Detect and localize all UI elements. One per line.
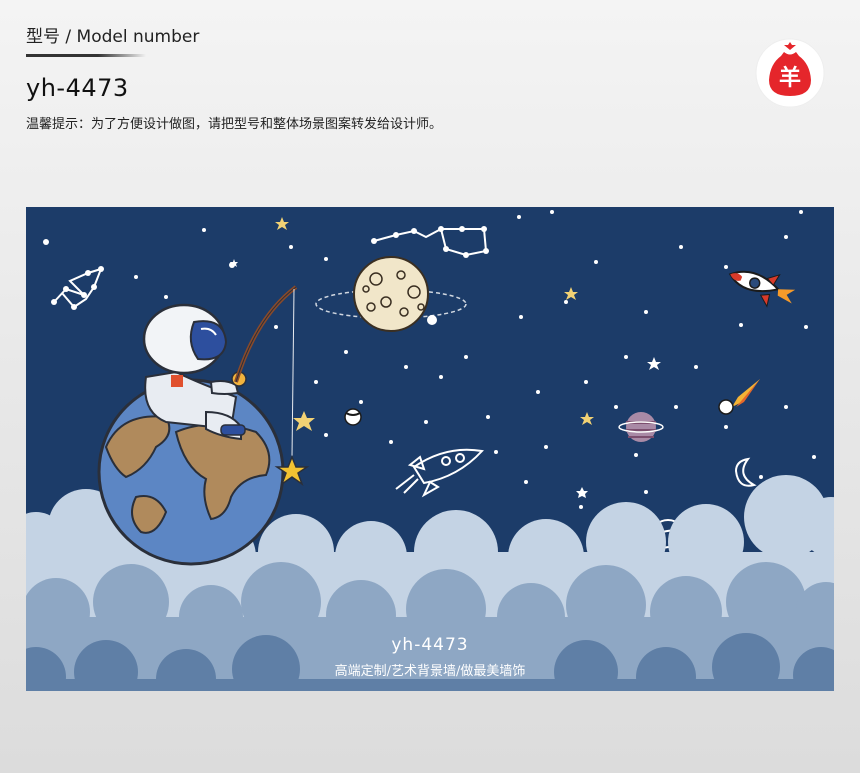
- mural-scene: yh-4473 高端定制/艺术背景墙/做最美墙饰: [26, 207, 834, 691]
- caption-model-number: yh-4473: [391, 635, 469, 655]
- small-ball-icon: [344, 408, 362, 426]
- model-number: yh-4473: [26, 74, 129, 102]
- title-underline: [26, 54, 146, 57]
- red-sheep-bag-logo-icon: 羊: [755, 38, 825, 108]
- model-label: 型号 / Model number: [26, 27, 200, 47]
- space-illustration: [26, 207, 834, 691]
- caption-slogan: 高端定制/艺术背景墙/做最美墙饰: [334, 664, 526, 679]
- logo-glyph: 羊: [779, 65, 801, 91]
- tip-text: 温馨提示：为了方便设计做图，请把型号和整体场景图案转发给设计师。: [26, 117, 443, 132]
